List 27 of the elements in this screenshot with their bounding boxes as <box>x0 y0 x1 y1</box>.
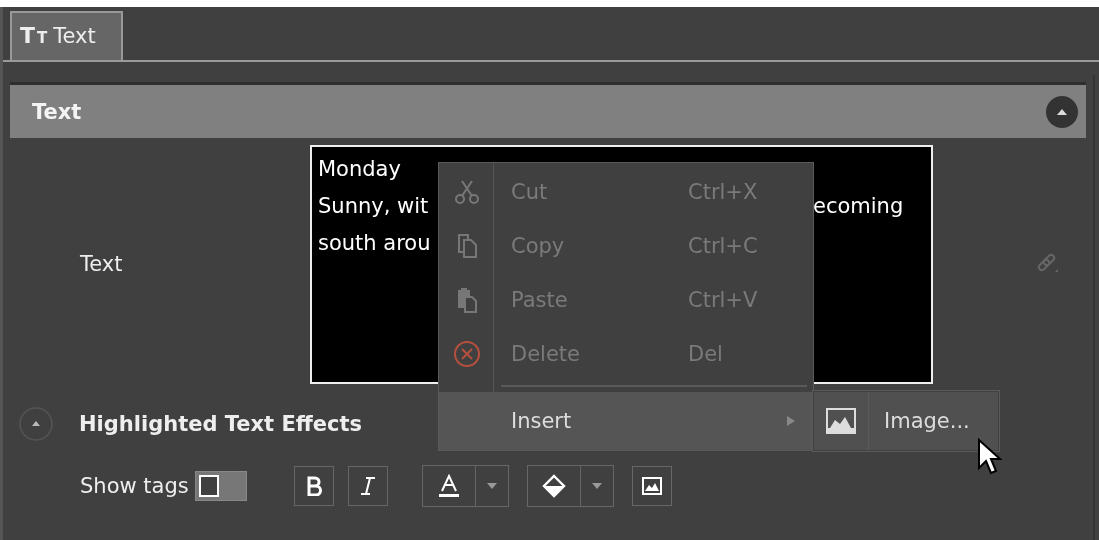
menu-item[interactable]: Image... <box>814 392 998 450</box>
text-line: Monday <box>318 157 401 181</box>
font-color-button[interactable] <box>421 465 509 507</box>
text-tab[interactable]: TT Text <box>10 11 123 60</box>
caret-icon <box>591 483 602 489</box>
collapse-button[interactable] <box>1046 95 1078 128</box>
text-line: south arou <box>318 231 431 255</box>
submenu-item[interactable]: Insert <box>439 392 813 450</box>
section-title: Text <box>32 99 82 124</box>
field-label: Text <box>80 252 123 276</box>
show-tags-toggle[interactable] <box>194 471 247 501</box>
insert-image-button[interactable] <box>631 466 672 506</box>
toggle-label: Show tags <box>80 474 189 498</box>
image-icon <box>641 477 662 495</box>
paint-bucket-icon <box>541 474 566 498</box>
delete-icon <box>452 340 481 368</box>
group-title: Highlighted Text Effects <box>79 412 363 436</box>
italic-button[interactable] <box>347 466 388 506</box>
fill-color-button[interactable] <box>526 465 614 507</box>
caret-icon <box>486 483 497 489</box>
text-line: ecoming <box>813 194 904 218</box>
scissors-icon <box>452 178 481 206</box>
submenu-arrow-icon <box>787 416 795 426</box>
image-icon <box>826 408 856 434</box>
text-line: Sunny, wit <box>318 194 429 218</box>
bold-button[interactable] <box>293 466 334 506</box>
font-color-icon <box>436 474 461 498</box>
